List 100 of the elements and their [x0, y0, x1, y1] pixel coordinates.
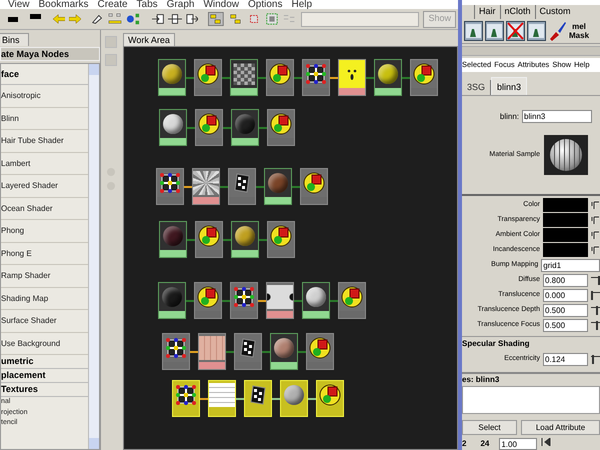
- value-field[interactable]: 0.124: [543, 352, 588, 366]
- in-out-connections-icon[interactable]: [168, 13, 182, 25]
- shader-node[interactable]: [195, 109, 223, 146]
- menu-item[interactable]: Options: [248, 0, 282, 9]
- eraser-icon[interactable]: [91, 13, 104, 25]
- shader-node[interactable]: [198, 333, 226, 370]
- slider[interactable]: [591, 306, 600, 314]
- left-arrow-icon[interactable]: [52, 14, 66, 24]
- shelf-tab[interactable]: Custom: [534, 5, 575, 19]
- map-button-icon[interactable]: [591, 216, 599, 224]
- shader-node[interactable]: [338, 282, 366, 319]
- slider[interactable]: [591, 290, 600, 300]
- delete-icon[interactable]: [506, 21, 525, 41]
- shader-node[interactable]: [300, 168, 328, 205]
- map-button-icon[interactable]: [591, 230, 599, 240]
- slider[interactable]: [591, 320, 600, 330]
- slider[interactable]: [591, 276, 600, 284]
- graph-canvas[interactable]: [123, 46, 458, 450]
- shader-node[interactable]: [195, 221, 223, 258]
- color-swatch[interactable]: [543, 228, 588, 242]
- swatch-icon[interactable]: [8, 16, 18, 22]
- shading-group-icon: [413, 63, 435, 85]
- shader-node[interactable]: [338, 59, 366, 96]
- menu-item[interactable]: Window: [203, 0, 240, 9]
- shader-node[interactable]: [306, 333, 334, 370]
- output-connections-icon[interactable]: [186, 13, 198, 25]
- map-button-icon[interactable]: [591, 200, 599, 210]
- window-icon[interactable]: [527, 21, 546, 41]
- paintbrush-icon[interactable]: [548, 21, 567, 41]
- shader-node[interactable]: [231, 109, 259, 146]
- panel-button[interactable]: Load Attribute: [521, 420, 600, 435]
- shader-node[interactable]: [266, 59, 294, 96]
- color-swatch[interactable]: [543, 243, 588, 257]
- rewind-icon[interactable]: [541, 438, 552, 446]
- shader-node[interactable]: [266, 282, 294, 319]
- shader-node[interactable]: [230, 59, 258, 96]
- shader-node[interactable]: [158, 59, 186, 96]
- swatch-icon[interactable]: [30, 14, 41, 18]
- menu-item[interactable]: Graph: [166, 0, 194, 9]
- shader-node[interactable]: [267, 221, 295, 258]
- shader-node[interactable]: [194, 59, 222, 96]
- shader-node[interactable]: [231, 221, 259, 258]
- shelf-tab[interactable]: nCloth: [500, 5, 535, 19]
- shader-node[interactable]: [302, 59, 330, 96]
- shader-node[interactable]: [162, 333, 190, 370]
- shader-node[interactable]: [267, 109, 295, 146]
- slider[interactable]: [591, 354, 600, 364]
- node-layout-icon[interactable]: [108, 12, 122, 26]
- placement-icon: [305, 63, 327, 85]
- cloth-texture-icon: [199, 336, 225, 360]
- name-field[interactable]: blinn3: [522, 110, 592, 123]
- menu-item[interactable]: Help: [292, 0, 312, 9]
- shader-node[interactable]: [264, 168, 292, 205]
- color-swatch[interactable]: [543, 198, 588, 212]
- shader-node[interactable]: [192, 168, 220, 205]
- window-icon[interactable]: [485, 21, 504, 41]
- menu-item[interactable]: Tabs: [136, 0, 158, 9]
- input-connections-icon[interactable]: [152, 13, 164, 25]
- value-field[interactable]: 0.800: [543, 274, 588, 286]
- shader-node[interactable]: [230, 282, 258, 319]
- shader-node[interactable]: [228, 168, 256, 205]
- bins-tab[interactable]: Bins: [0, 33, 29, 46]
- time-end: 24: [480, 438, 490, 450]
- shader-node[interactable]: [374, 59, 402, 96]
- slider-handle[interactable]: [598, 276, 600, 284]
- placement-icon: [175, 384, 197, 406]
- mel-shelf-button[interactable]: mel Mask: [569, 22, 590, 40]
- color-swatch[interactable]: [543, 213, 588, 227]
- shader-node[interactable]: [410, 59, 438, 96]
- shader-node[interactable]: [194, 282, 222, 319]
- shading-group-icon: [269, 63, 291, 85]
- panel-button[interactable]: Select: [462, 420, 517, 435]
- shader-node[interactable]: [302, 282, 330, 319]
- value-field[interactable]: 0.500: [543, 304, 588, 316]
- time-field[interactable]: 1.00: [499, 438, 538, 450]
- menu-item[interactable]: View: [8, 0, 30, 9]
- value-field[interactable]: 0.500: [543, 318, 588, 332]
- shader-node[interactable]: [159, 109, 187, 146]
- mel-label: mel: [572, 22, 586, 31]
- value-field[interactable]: grid1: [541, 258, 600, 272]
- shader-node[interactable]: [270, 333, 298, 370]
- editor-tab[interactable]: blinn3: [491, 77, 528, 95]
- value-field[interactable]: 0.000: [543, 288, 588, 302]
- network-icon[interactable]: [126, 12, 140, 26]
- shader-node[interactable]: [234, 333, 262, 370]
- notes-field[interactable]: [462, 386, 600, 414]
- search-field[interactable]: [301, 12, 420, 26]
- menu-item[interactable]: Bookmarks: [38, 0, 89, 9]
- graph-view-icon[interactable]: [208, 11, 224, 27]
- menu-item[interactable]: Create: [98, 0, 128, 9]
- right-arrow-icon[interactable]: [69, 14, 82, 24]
- window-icon[interactable]: [464, 21, 483, 41]
- panel-header: ate Maya Nodes: [0, 47, 100, 61]
- work-area-tab[interactable]: Work Area: [123, 33, 175, 46]
- shader-node[interactable]: [159, 221, 187, 258]
- shader-node[interactable]: [158, 282, 186, 319]
- map-button-icon[interactable]: [591, 246, 599, 254]
- shelf-tab[interactable]: Hair: [474, 5, 500, 19]
- frame-selection-icon[interactable]: [265, 11, 280, 27]
- shader-node[interactable]: [156, 168, 184, 205]
